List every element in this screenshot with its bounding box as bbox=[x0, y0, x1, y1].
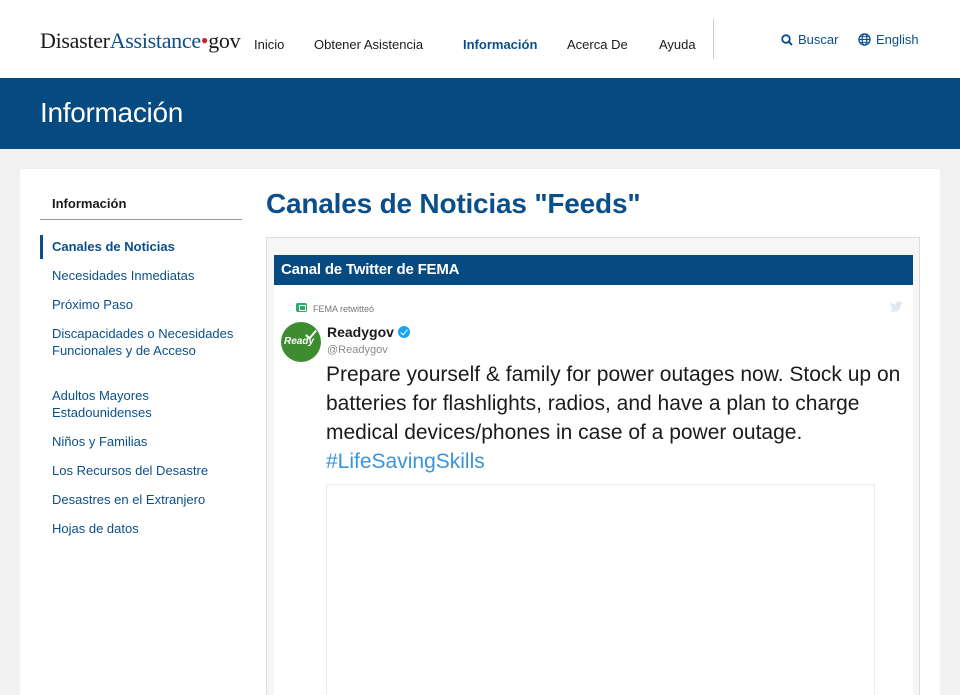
sidebar-item-hojas-de-datos[interactable]: Hojas de datos bbox=[52, 520, 237, 537]
verified-badge-icon bbox=[397, 326, 410, 338]
language-link[interactable]: English bbox=[858, 32, 919, 47]
language-label: English bbox=[876, 32, 919, 47]
tweet-author[interactable]: Readygov bbox=[327, 324, 410, 340]
logo-part-assistance: Assistance bbox=[109, 28, 201, 53]
sidebar-item-recursos-del-desastre[interactable]: Los Recursos del Desastre bbox=[52, 462, 237, 479]
sidebar-title: Información bbox=[52, 196, 127, 211]
globe-icon bbox=[858, 33, 871, 46]
retweet-icon bbox=[296, 303, 307, 312]
readygov-avatar[interactable]: Ready bbox=[281, 322, 321, 362]
sidebar-item-necesidades-inmediatas[interactable]: Necesidades Inmediatas bbox=[52, 267, 237, 284]
nav-divider bbox=[713, 19, 714, 59]
tweet-author-name: Readygov bbox=[327, 324, 394, 340]
sidebar-item-adultos-mayores[interactable]: Adultos Mayores Estadounidenses bbox=[52, 387, 237, 421]
sidebar-item-ninos-y-familias[interactable]: Niños y Familias bbox=[52, 433, 237, 450]
tweet-text: Prepare yourself & family for power outa… bbox=[326, 363, 901, 444]
tweet-handle[interactable]: @Readygov bbox=[327, 344, 388, 356]
tweet-media[interactable] bbox=[326, 484, 875, 695]
feed-header: Canal de Twitter de FEMA bbox=[274, 255, 913, 285]
banner-title: Información bbox=[40, 97, 183, 128]
logo-part-gov: gov bbox=[208, 28, 241, 53]
search-link[interactable]: Buscar bbox=[781, 32, 838, 47]
logo-part-disaster: Disaster bbox=[40, 28, 110, 53]
nav-informacion[interactable]: Información bbox=[463, 37, 537, 52]
search-icon bbox=[781, 33, 793, 46]
feed-title: Canal de Twitter de FEMA bbox=[281, 261, 460, 278]
sidebar-item-proximo-paso[interactable]: Próximo Paso bbox=[52, 296, 237, 313]
nav-obtener-asistencia[interactable]: Obtener Asistencia bbox=[314, 37, 423, 52]
avatar-check-icon bbox=[305, 327, 317, 340]
nav-inicio[interactable]: Inicio bbox=[254, 37, 284, 52]
nav-acerca-de[interactable]: Acerca De bbox=[567, 37, 628, 52]
sidebar-item-canales-de-noticias[interactable]: Canales de Noticias bbox=[52, 238, 237, 255]
page-title: Canales de Noticias "Feeds" bbox=[266, 188, 641, 219]
sidebar-active-indicator bbox=[40, 235, 43, 259]
sidebar-item-desastres-extranjero[interactable]: Desastres en el Extranjero bbox=[52, 491, 237, 508]
page-banner: Información bbox=[0, 78, 960, 149]
retweet-label[interactable]: FEMA retwitteó bbox=[313, 304, 374, 314]
sidebar-divider bbox=[40, 219, 242, 220]
site-logo[interactable]: DisasterAssistance•gov bbox=[40, 28, 241, 54]
site-header: DisasterAssistance•gov Inicio Obtener As… bbox=[0, 0, 960, 78]
tweet-hashtag[interactable]: #LifeSavingSkills bbox=[326, 447, 485, 476]
search-label: Buscar bbox=[798, 32, 839, 47]
sidebar-item-discapacidades[interactable]: Discapacidades o Necesidades Funcionales… bbox=[52, 325, 237, 359]
nav-ayuda[interactable]: Ayuda bbox=[659, 37, 696, 52]
twitter-bird-icon[interactable] bbox=[889, 301, 903, 313]
